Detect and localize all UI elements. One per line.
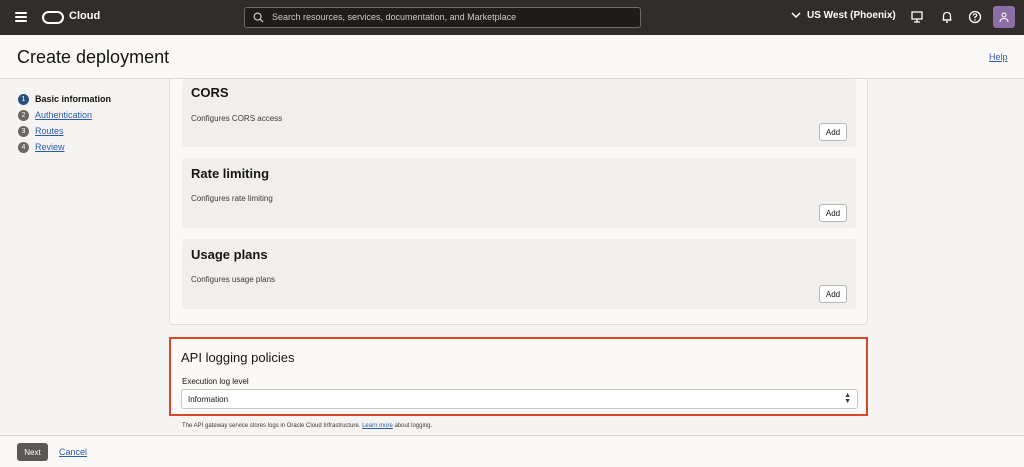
step-review[interactable]: 4 Review — [18, 139, 111, 155]
help-link[interactable]: Help — [989, 52, 1008, 62]
add-cors-button[interactable]: Add — [819, 123, 847, 141]
bell-icon[interactable] — [940, 10, 954, 24]
cancel-link[interactable]: Cancel — [59, 447, 87, 457]
up-down-caret-icon: ▲ ▼ — [844, 392, 851, 405]
step-label: Authentication — [35, 110, 93, 120]
search-input[interactable]: Search resources, services, documentatio… — [244, 7, 641, 28]
region-selector[interactable]: US West (Phoenix) — [791, 10, 896, 21]
step-number: 4 — [18, 141, 29, 153]
note-text: The API gateway service stores logs in O… — [182, 423, 361, 429]
menu-icon[interactable] — [15, 12, 27, 22]
brand-label[interactable]: Cloud — [69, 10, 100, 22]
search-placeholder: Search resources, services, documentatio… — [272, 12, 517, 22]
policy-description: Configures usage plans — [191, 275, 276, 284]
page-header: Create deployment Help — [0, 35, 1024, 79]
step-number: 1 — [18, 93, 29, 105]
help-icon[interactable] — [968, 10, 982, 24]
learn-more-link[interactable]: Learn more — [362, 423, 393, 429]
step-label: Routes — [35, 126, 64, 136]
user-avatar[interactable] — [993, 6, 1015, 28]
policy-title: Rate limiting — [191, 166, 270, 181]
region-label: US West (Phoenix) — [807, 10, 896, 21]
execution-log-level-select[interactable]: Information ▲ ▼ — [181, 389, 858, 409]
add-usage-plans-button[interactable]: Add — [819, 285, 847, 303]
footer-bar: Next Cancel — [0, 435, 1024, 467]
policy-title: Usage plans — [191, 247, 268, 262]
oracle-logo[interactable] — [42, 11, 64, 24]
policy-description: Configures CORS access — [191, 114, 283, 123]
step-basic-information[interactable]: 1 Basic information — [18, 91, 111, 107]
logging-note: The API gateway service stores logs in O… — [182, 423, 432, 429]
chevron-down-icon — [791, 12, 801, 19]
step-number: 2 — [18, 109, 29, 121]
step-label: Review — [35, 142, 65, 152]
policy-card-rate-limiting: Rate limiting Configures rate limiting A… — [182, 158, 856, 228]
step-routes[interactable]: 3 Routes — [18, 123, 111, 139]
logging-title: API logging policies — [181, 350, 295, 365]
search-icon — [253, 12, 264, 23]
step-authentication[interactable]: 2 Authentication — [18, 107, 111, 123]
next-button[interactable]: Next — [17, 443, 48, 461]
policy-card-usage-plans: Usage plans Configures usage plans Add — [182, 239, 856, 309]
step-number: 3 — [18, 125, 29, 137]
step-label: Basic information — [35, 94, 112, 104]
note-suffix: about logging. — [394, 423, 433, 429]
add-rate-limiting-button[interactable]: Add — [819, 204, 847, 222]
top-navigation-bar: Cloud Search resources, services, docume… — [0, 0, 1024, 35]
execution-log-level-label: Execution log level — [182, 377, 249, 386]
wizard-steps: 1 Basic information 2 Authentication 3 R… — [18, 91, 111, 155]
api-logging-section: API logging policies Execution log level… — [169, 337, 868, 416]
policy-description: Configures rate limiting — [191, 194, 273, 203]
console-icon[interactable] — [910, 10, 924, 24]
page-title: Create deployment — [17, 47, 170, 67]
policies-panel: CORS Configures CORS access Add Rate lim… — [169, 79, 868, 325]
user-icon — [999, 12, 1009, 23]
select-value: Information — [188, 395, 229, 404]
policy-title: CORS — [191, 85, 229, 100]
policy-card-cors: CORS Configures CORS access Add — [182, 79, 856, 147]
